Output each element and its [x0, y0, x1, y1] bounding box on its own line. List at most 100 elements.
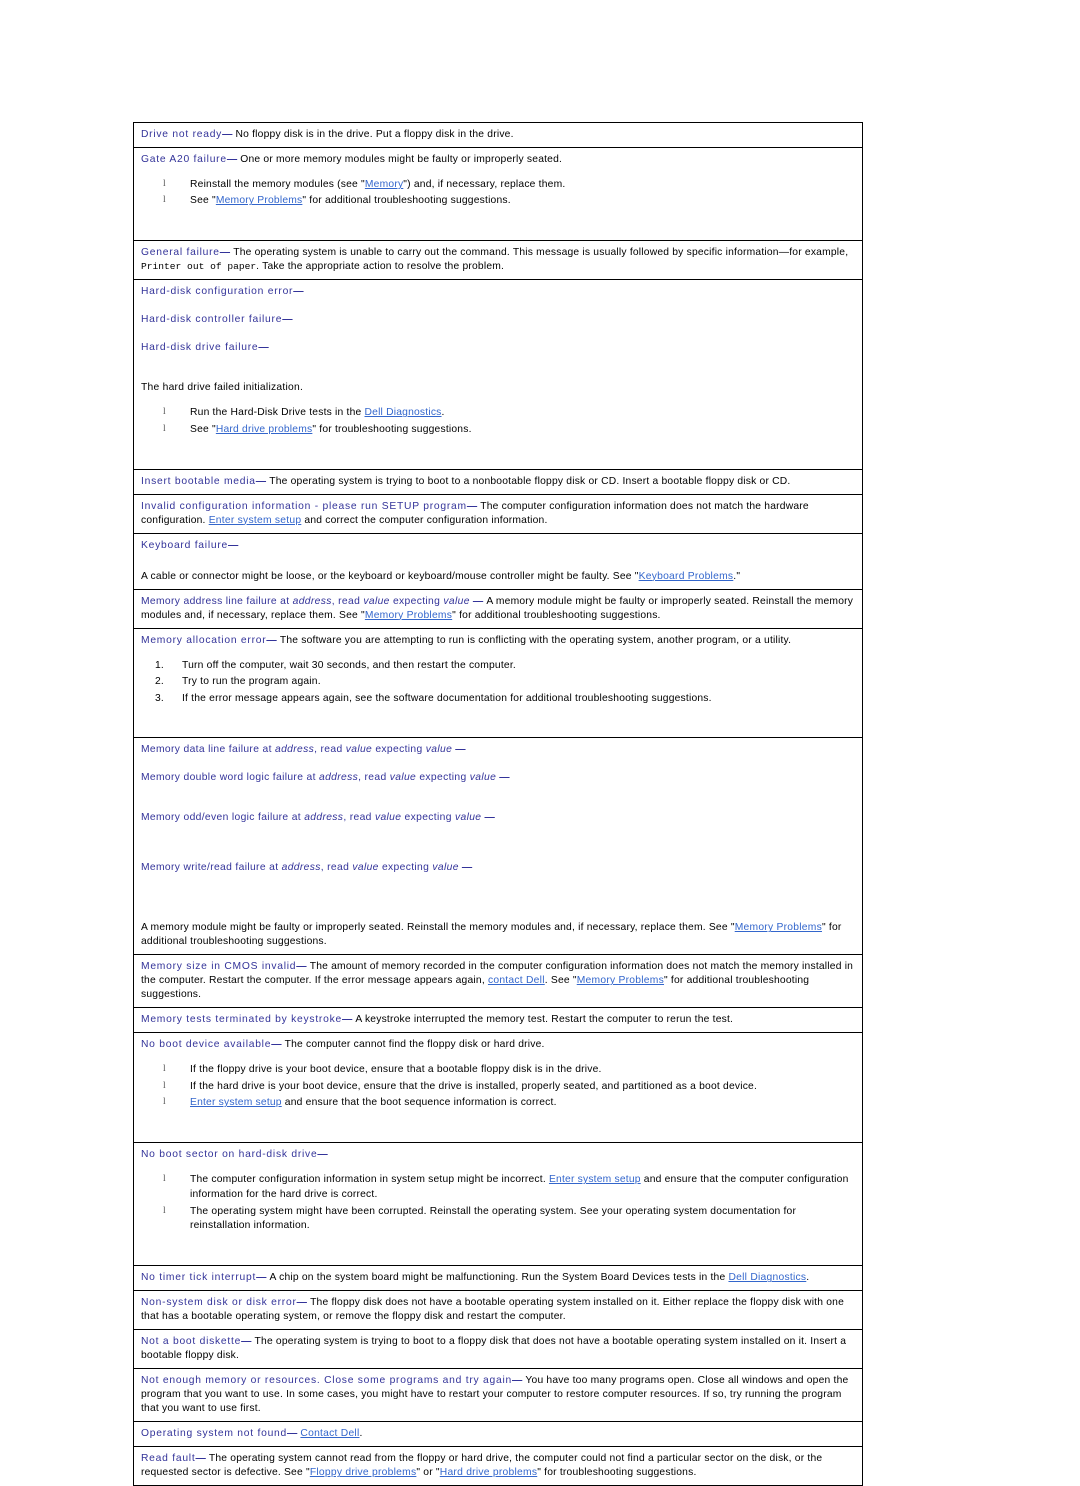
- message-line: Memory data line failure at address, rea…: [141, 743, 856, 757]
- link-enter-system-setup[interactable]: Enter system setup: [549, 1174, 641, 1185]
- list-number: 3.: [155, 692, 164, 704]
- cell-spacer: [141, 1243, 856, 1260]
- cell-spacer: [141, 825, 856, 861]
- bullet-icon: l: [163, 1174, 166, 1185]
- message-line: Memory tests terminated by keystroke— A …: [141, 1013, 856, 1027]
- message-heading-italic-value2: value: [425, 744, 453, 756]
- link-memory-problems[interactable]: Memory Problems: [735, 922, 822, 933]
- message-line: Not a boot diskette— The operating syste…: [141, 1335, 856, 1363]
- message-body-part2: .": [733, 570, 741, 582]
- page-root: Drive not ready — No floppy disk is in th…: [0, 0, 1080, 1486]
- list-item-text: Try to run the program again.: [182, 676, 321, 688]
- em-dash: —: [296, 1297, 307, 1309]
- list-number: 2.: [155, 676, 164, 688]
- em-dash: —: [461, 862, 473, 874]
- message-body-part3: " for troubleshooting suggestions.: [537, 1467, 697, 1479]
- row-general-failure: General failure— The operating system is…: [133, 240, 863, 281]
- message-heading: Non-system disk or disk error: [141, 1297, 297, 1309]
- table-row: Drive not ready— No floppy disk is in th…: [133, 122, 863, 148]
- link-memory-problems[interactable]: Memory Problems: [365, 610, 452, 621]
- list-item: l See "Memory Problems" for additional tr…: [163, 194, 856, 209]
- system-messages-table: Drive not ready — No floppy disk is in th…: [133, 122, 863, 1486]
- message-line: Read fault— The operating system cannot …: [141, 1452, 856, 1480]
- message-heading: No boot sector on hard-disk drive: [141, 1149, 318, 1161]
- cell-spacer: [141, 447, 856, 464]
- message-line: Memory odd/even logic failure at address…: [141, 811, 856, 825]
- message-heading: Not a boot diskette: [141, 1336, 242, 1348]
- em-dash: —: [484, 812, 495, 824]
- table-row: Non-system disk or disk error— The flopp…: [133, 1290, 863, 1331]
- em-dash: —: [296, 961, 307, 973]
- em-dash: —: [258, 342, 269, 354]
- message-line: General failure— The operating system is…: [141, 246, 856, 274]
- list-item: l The operating system might have been co…: [163, 1205, 856, 1235]
- link-dell-diagnostics[interactable]: Dell Diagnostics: [365, 407, 442, 418]
- row-memory-address-line-failure: Memory address line failure at address, …: [133, 588, 863, 629]
- em-dash: —: [466, 500, 478, 512]
- message-body: A keystroke interrupted the memory test.…: [355, 1014, 734, 1026]
- message-heading: Read fault: [141, 1453, 196, 1465]
- list-item-text-post: " for additional troubleshooting suggest…: [302, 195, 511, 207]
- row-memory-size-in-cmos-invalid: Memory size in CMOS invalid— The amount …: [133, 954, 863, 1009]
- em-dash: —: [341, 1014, 353, 1026]
- em-dash: —: [293, 286, 304, 298]
- message-heading: Keyboard failure: [141, 539, 228, 551]
- row-memory-failure-group: Memory data line failure at address , rea…: [133, 737, 863, 956]
- message-heading: Memory size in CMOS invalid: [141, 961, 297, 973]
- message-heading: Gate A20 failure: [141, 154, 227, 165]
- message-heading: No timer tick interrupt: [141, 1272, 257, 1284]
- literal-message-text: Printer out of paper: [141, 261, 257, 273]
- message-line: No boot device available— The computer c…: [141, 1038, 856, 1052]
- list-item-text-post: " for troubleshooting suggestions.: [312, 423, 472, 435]
- link-hard-drive-problems[interactable]: Hard drive problems: [440, 1467, 537, 1478]
- link-memory-problems[interactable]: Memory Problems: [577, 975, 664, 986]
- bullet-icon: l: [163, 1064, 166, 1075]
- message-body: The operating system is trying to boot t…: [269, 475, 791, 487]
- message-heading-italic-value1: value: [352, 862, 379, 874]
- message-heading-pre: Memory address line failure at: [141, 595, 293, 607]
- message-heading-pre: Memory odd/even logic failure at: [141, 812, 305, 824]
- cell-spacer: [141, 1120, 856, 1137]
- message-line: Gate A20 failure— One or more memory mod…: [141, 153, 856, 167]
- message-body-part1: A chip on the system board might be malf…: [269, 1272, 729, 1284]
- message-heading-pre: Memory data line failure at: [141, 744, 275, 756]
- list-item-text-post: and ensure that the boot sequence inform…: [281, 1097, 557, 1109]
- message-heading-italic-value1: value: [345, 744, 373, 756]
- link-hard-drive-problems[interactable]: Hard drive problems: [216, 424, 313, 435]
- message-heading-italic-address: address: [304, 812, 344, 824]
- link-floppy-drive-problems[interactable]: Floppy drive problems: [310, 1467, 417, 1478]
- message-line: Insert bootable media— The operating sys…: [141, 475, 856, 489]
- message-heading: Hard-disk drive failure: [141, 342, 259, 354]
- table-row: No boot sector on hard-disk drive— l The …: [133, 1142, 863, 1267]
- message-heading-pre: Memory write/read failure at: [141, 862, 282, 874]
- link-enter-system-setup[interactable]: Enter system setup: [190, 1097, 282, 1108]
- message-heading-pre: Memory double word logic failure at: [141, 772, 319, 784]
- message-body: One or more memory modules might be faul…: [240, 154, 563, 165]
- link-enter-system-setup[interactable]: Enter system setup: [209, 515, 302, 526]
- em-dash: —: [241, 1336, 252, 1348]
- message-heading-mid2: expecting: [389, 595, 444, 607]
- table-row: Keyboard failure— A cable or connector m…: [133, 532, 863, 590]
- em-dash: —: [226, 154, 238, 165]
- row-drive-not-ready: Drive not ready— No floppy disk is in th…: [133, 122, 863, 148]
- bullet-icon: l: [163, 1205, 166, 1216]
- em-dash: —: [195, 1453, 206, 1465]
- row-insert-bootable-media: Insert bootable media— The operating sys…: [133, 468, 863, 495]
- list-item-text-pre: Reinstall the memory modules (see ": [190, 179, 365, 190]
- link-dell-diagnostics[interactable]: Dell Diagnostics: [728, 1272, 806, 1283]
- table-row: Gate A20 failure— One or more memory mod…: [133, 146, 863, 242]
- list-item: l The computer configuration information …: [163, 1173, 856, 1203]
- message-line: Memory write/read failure at address, re…: [141, 861, 856, 875]
- message-heading-italic-value1: value: [363, 595, 390, 607]
- link-memory[interactable]: Memory: [365, 179, 403, 190]
- table-row: General failure— The operating system is…: [133, 240, 863, 281]
- link-keyboard-problems[interactable]: Keyboard Problems: [639, 571, 734, 582]
- row-not-a-boot-diskette: Not a boot diskette— The operating syste…: [133, 1329, 863, 1370]
- cell-spacer: [141, 785, 856, 811]
- link-memory-problems[interactable]: Memory Problems: [216, 195, 303, 206]
- message-heading-mid1: , read: [314, 744, 346, 756]
- message-line: Invalid configuration information - plea…: [141, 500, 856, 528]
- link-contact-dell[interactable]: contact Dell: [488, 975, 545, 986]
- link-contact-dell[interactable]: Contact Dell: [300, 1428, 359, 1439]
- cell-spacer: [141, 553, 856, 570]
